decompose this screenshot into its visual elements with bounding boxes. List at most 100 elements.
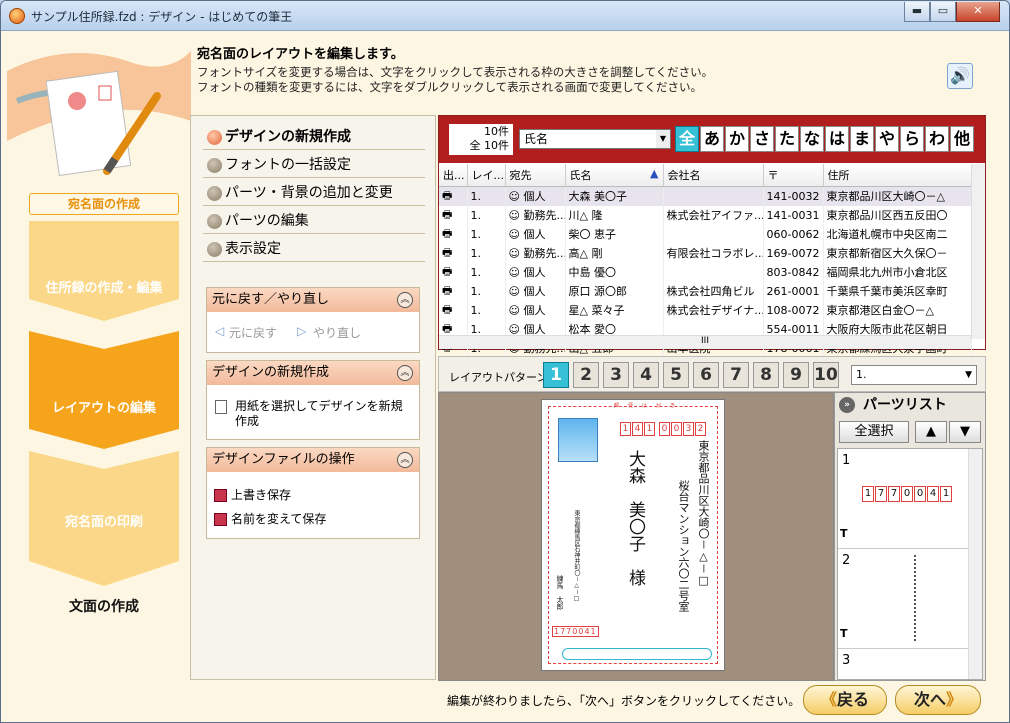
table-row[interactable]: 🖶 1. ☺ 個人 柴〇 恵子 060-0062 北海道札幌市中央区南二 xyxy=(439,224,972,244)
kana-filter-wa[interactable]: わ xyxy=(925,126,949,152)
app-icon xyxy=(9,8,25,24)
collapse-icon[interactable]: ︽ xyxy=(397,365,413,381)
design-file-box-header: デザインファイルの操作 ︽ xyxy=(207,448,419,472)
save-disk-icon xyxy=(214,489,227,502)
table-row[interactable]: 🖶 1. ☺ 勤務先... 川△ 隆株式会社アイファ... 141-0031 東京都品川区… xyxy=(439,205,972,225)
sender-address[interactable]: 東京都練馬区石神井町〇－△－□ xyxy=(572,510,580,602)
kana-filter-all[interactable]: 全 xyxy=(675,126,699,152)
part-item[interactable]: 3 xyxy=(838,649,968,679)
kana-filter-ra[interactable]: ら xyxy=(900,126,924,152)
table-row[interactable]: 🖶 1. ☺ 個人 大森 美〇子 141-0032 東京都品川区大崎〇－△ xyxy=(439,186,972,206)
part-item[interactable]: 11770041 T xyxy=(838,449,968,549)
recipient-address[interactable]: 東京都品川区大崎〇－△－□ xyxy=(697,440,710,587)
parts-list-header: » パーツリスト xyxy=(835,393,985,417)
menu-font-batch[interactable]: フォントの一括設定 xyxy=(203,152,425,178)
next-button[interactable]: 次へ》 xyxy=(895,685,981,715)
table-row[interactable]: 🖶 1. ☺ 個人 中島 優〇 803-0842 福岡県北九州市小倉北区 xyxy=(439,262,972,282)
kana-filter-na[interactable]: な xyxy=(800,126,824,152)
parts-scrollbar[interactable] xyxy=(968,449,982,679)
recipient-building[interactable]: 桜台マンション六〇二号室 xyxy=(677,480,690,612)
nav-step-address-side[interactable]: 宛名面の作成 xyxy=(29,193,179,215)
col-name[interactable]: 氏名 ▲ xyxy=(565,164,664,187)
sort-field-select[interactable]: 氏名 ▼ xyxy=(519,129,671,149)
overwrite-save-button[interactable]: 上書き保存 xyxy=(207,484,419,506)
table-cell: 1. xyxy=(467,300,506,320)
pattern-select[interactable]: 1. ▼ xyxy=(851,365,977,385)
new-design-link[interactable]: 用紙を選択してデザインを新規作成 xyxy=(207,385,419,429)
select-all-button[interactable]: 全選択 xyxy=(839,421,909,443)
sender-name[interactable]: 練馬 太郎 xyxy=(554,575,564,610)
kana-filter-a[interactable]: あ xyxy=(700,126,724,152)
postcard-preview[interactable]: 郵 便 は が き 1410032 東京都品川区大崎〇－△－□ 桜台マンション六… xyxy=(541,399,725,671)
gray-dot-icon xyxy=(207,242,222,257)
step-navigation: 宛名面の作成 住所録の作成・編集 レイアウトの編集 宛名面の印刷 文面の作成 xyxy=(7,31,191,719)
table-cell: 141-0031 xyxy=(763,205,824,225)
back-button[interactable]: 《戻る xyxy=(803,685,887,715)
part-zip-thumbnail: 1770041 xyxy=(862,485,953,502)
kana-filter-ya[interactable]: や xyxy=(875,126,899,152)
kana-filter-sa[interactable]: さ xyxy=(750,126,774,152)
table-row[interactable]: 🖶 1. ☺ 勤務先... 高△ 剛有限会社コラボレ... 169-0072 東京都新宿区… xyxy=(439,243,972,263)
col-layout[interactable]: レイ... xyxy=(467,164,506,187)
list-vertical-scrollbar[interactable] xyxy=(971,164,985,339)
pattern-2[interactable]: 2 xyxy=(573,362,599,388)
col-company[interactable]: 会社名 xyxy=(663,164,764,187)
table-row[interactable]: 🖶 1. ☺ 個人 星△ 菜々子 株式会社デザイナ... 108-0072 東京都港区白金〇… xyxy=(439,300,972,320)
menu-edit-parts[interactable]: パーツの編集 xyxy=(203,208,425,234)
part-zip-digit: 0 xyxy=(914,486,926,502)
nav-step-print[interactable]: 宛名面の印刷 xyxy=(29,451,179,586)
pattern-7[interactable]: 7 xyxy=(723,362,749,388)
zip-digit: 3 xyxy=(683,422,694,436)
kana-filter-ta[interactable]: た xyxy=(775,126,799,152)
pattern-9[interactable]: 9 xyxy=(783,362,809,388)
col-destination[interactable]: 宛先 xyxy=(505,164,566,187)
list-horizontal-scrollbar[interactable]: III xyxy=(439,335,971,349)
postage-mark: 郵 便 は が き xyxy=(614,403,678,409)
move-down-button[interactable]: ▼ xyxy=(949,421,981,443)
kana-filter-ha[interactable]: は xyxy=(825,126,849,152)
collapse-icon[interactable]: ︽ xyxy=(397,292,413,308)
menu-parts-background[interactable]: パーツ・背景の追加と変更 xyxy=(203,180,425,206)
minimize-button[interactable]: ▬ xyxy=(904,2,930,22)
pattern-5[interactable]: 5 xyxy=(663,362,689,388)
redo-button[interactable]: やり直し xyxy=(313,324,361,341)
title-bar: サンプル住所録.fzd : デザイン - はじめての筆王 ▬ ▭ ✕ xyxy=(1,1,1009,31)
move-up-button[interactable]: ▲ xyxy=(915,421,947,443)
pattern-3[interactable]: 3 xyxy=(603,362,629,388)
zip-code-boxes[interactable]: 1410032 xyxy=(620,420,707,436)
expand-icon[interactable]: » xyxy=(839,397,855,413)
collapse-icon[interactable]: ︽ xyxy=(397,452,413,468)
kana-filter-other[interactable]: 他 xyxy=(950,126,974,152)
pattern-4[interactable]: 4 xyxy=(633,362,659,388)
col-zip[interactable]: 〒 xyxy=(763,164,824,187)
pattern-1[interactable]: 1 xyxy=(543,362,569,388)
part-item[interactable]: 2T xyxy=(838,549,968,649)
nav-step-message-side[interactable]: 文面の作成 xyxy=(29,596,179,616)
undo-button[interactable]: 元に戻す xyxy=(229,324,277,341)
printer-icon: 🖶 xyxy=(442,207,453,221)
kana-filter-ka[interactable]: か xyxy=(725,126,749,152)
printer-icon: 🖶 xyxy=(442,226,453,240)
part-text-thumbnail xyxy=(914,555,918,641)
recipient-name[interactable]: 大森 美〇子 様 xyxy=(622,450,646,586)
nav-step-layout[interactable]: レイアウトの編集 xyxy=(29,331,179,449)
col-address[interactable]: 住所 xyxy=(823,164,972,187)
close-button[interactable]: ✕ xyxy=(956,2,1000,22)
table-cell: 大森 美〇子 xyxy=(565,186,664,206)
pattern-10[interactable]: 10 xyxy=(813,362,839,388)
menu-new-design[interactable]: デザインの新規作成 xyxy=(203,124,425,150)
table-cell: ☺ 個人 xyxy=(505,300,566,320)
table-cell: 千葉県千葉市美浜区幸町 xyxy=(823,281,972,301)
kana-filter-ma[interactable]: ま xyxy=(850,126,874,152)
table-row[interactable]: 🖶 1. ☺ 個人 原口 源〇郎 株式会社四角ビル 261-0001 千葉県千葉市美浜区幸町 xyxy=(439,281,972,301)
sender-zip[interactable]: 1770041 xyxy=(552,626,599,637)
menu-display-settings[interactable]: 表示設定 xyxy=(203,236,425,262)
pattern-6[interactable]: 6 xyxy=(693,362,719,388)
speaker-icon[interactable]: 🔊 xyxy=(947,63,973,89)
pattern-8[interactable]: 8 xyxy=(753,362,779,388)
maximize-button[interactable]: ▭ xyxy=(930,2,956,22)
stamp-image[interactable] xyxy=(558,418,598,462)
col-print[interactable]: 出... xyxy=(439,164,468,187)
nav-step-addressbook[interactable]: 住所録の作成・編集 xyxy=(29,221,179,321)
save-as-button[interactable]: 名前を変えて保存 xyxy=(207,508,419,530)
